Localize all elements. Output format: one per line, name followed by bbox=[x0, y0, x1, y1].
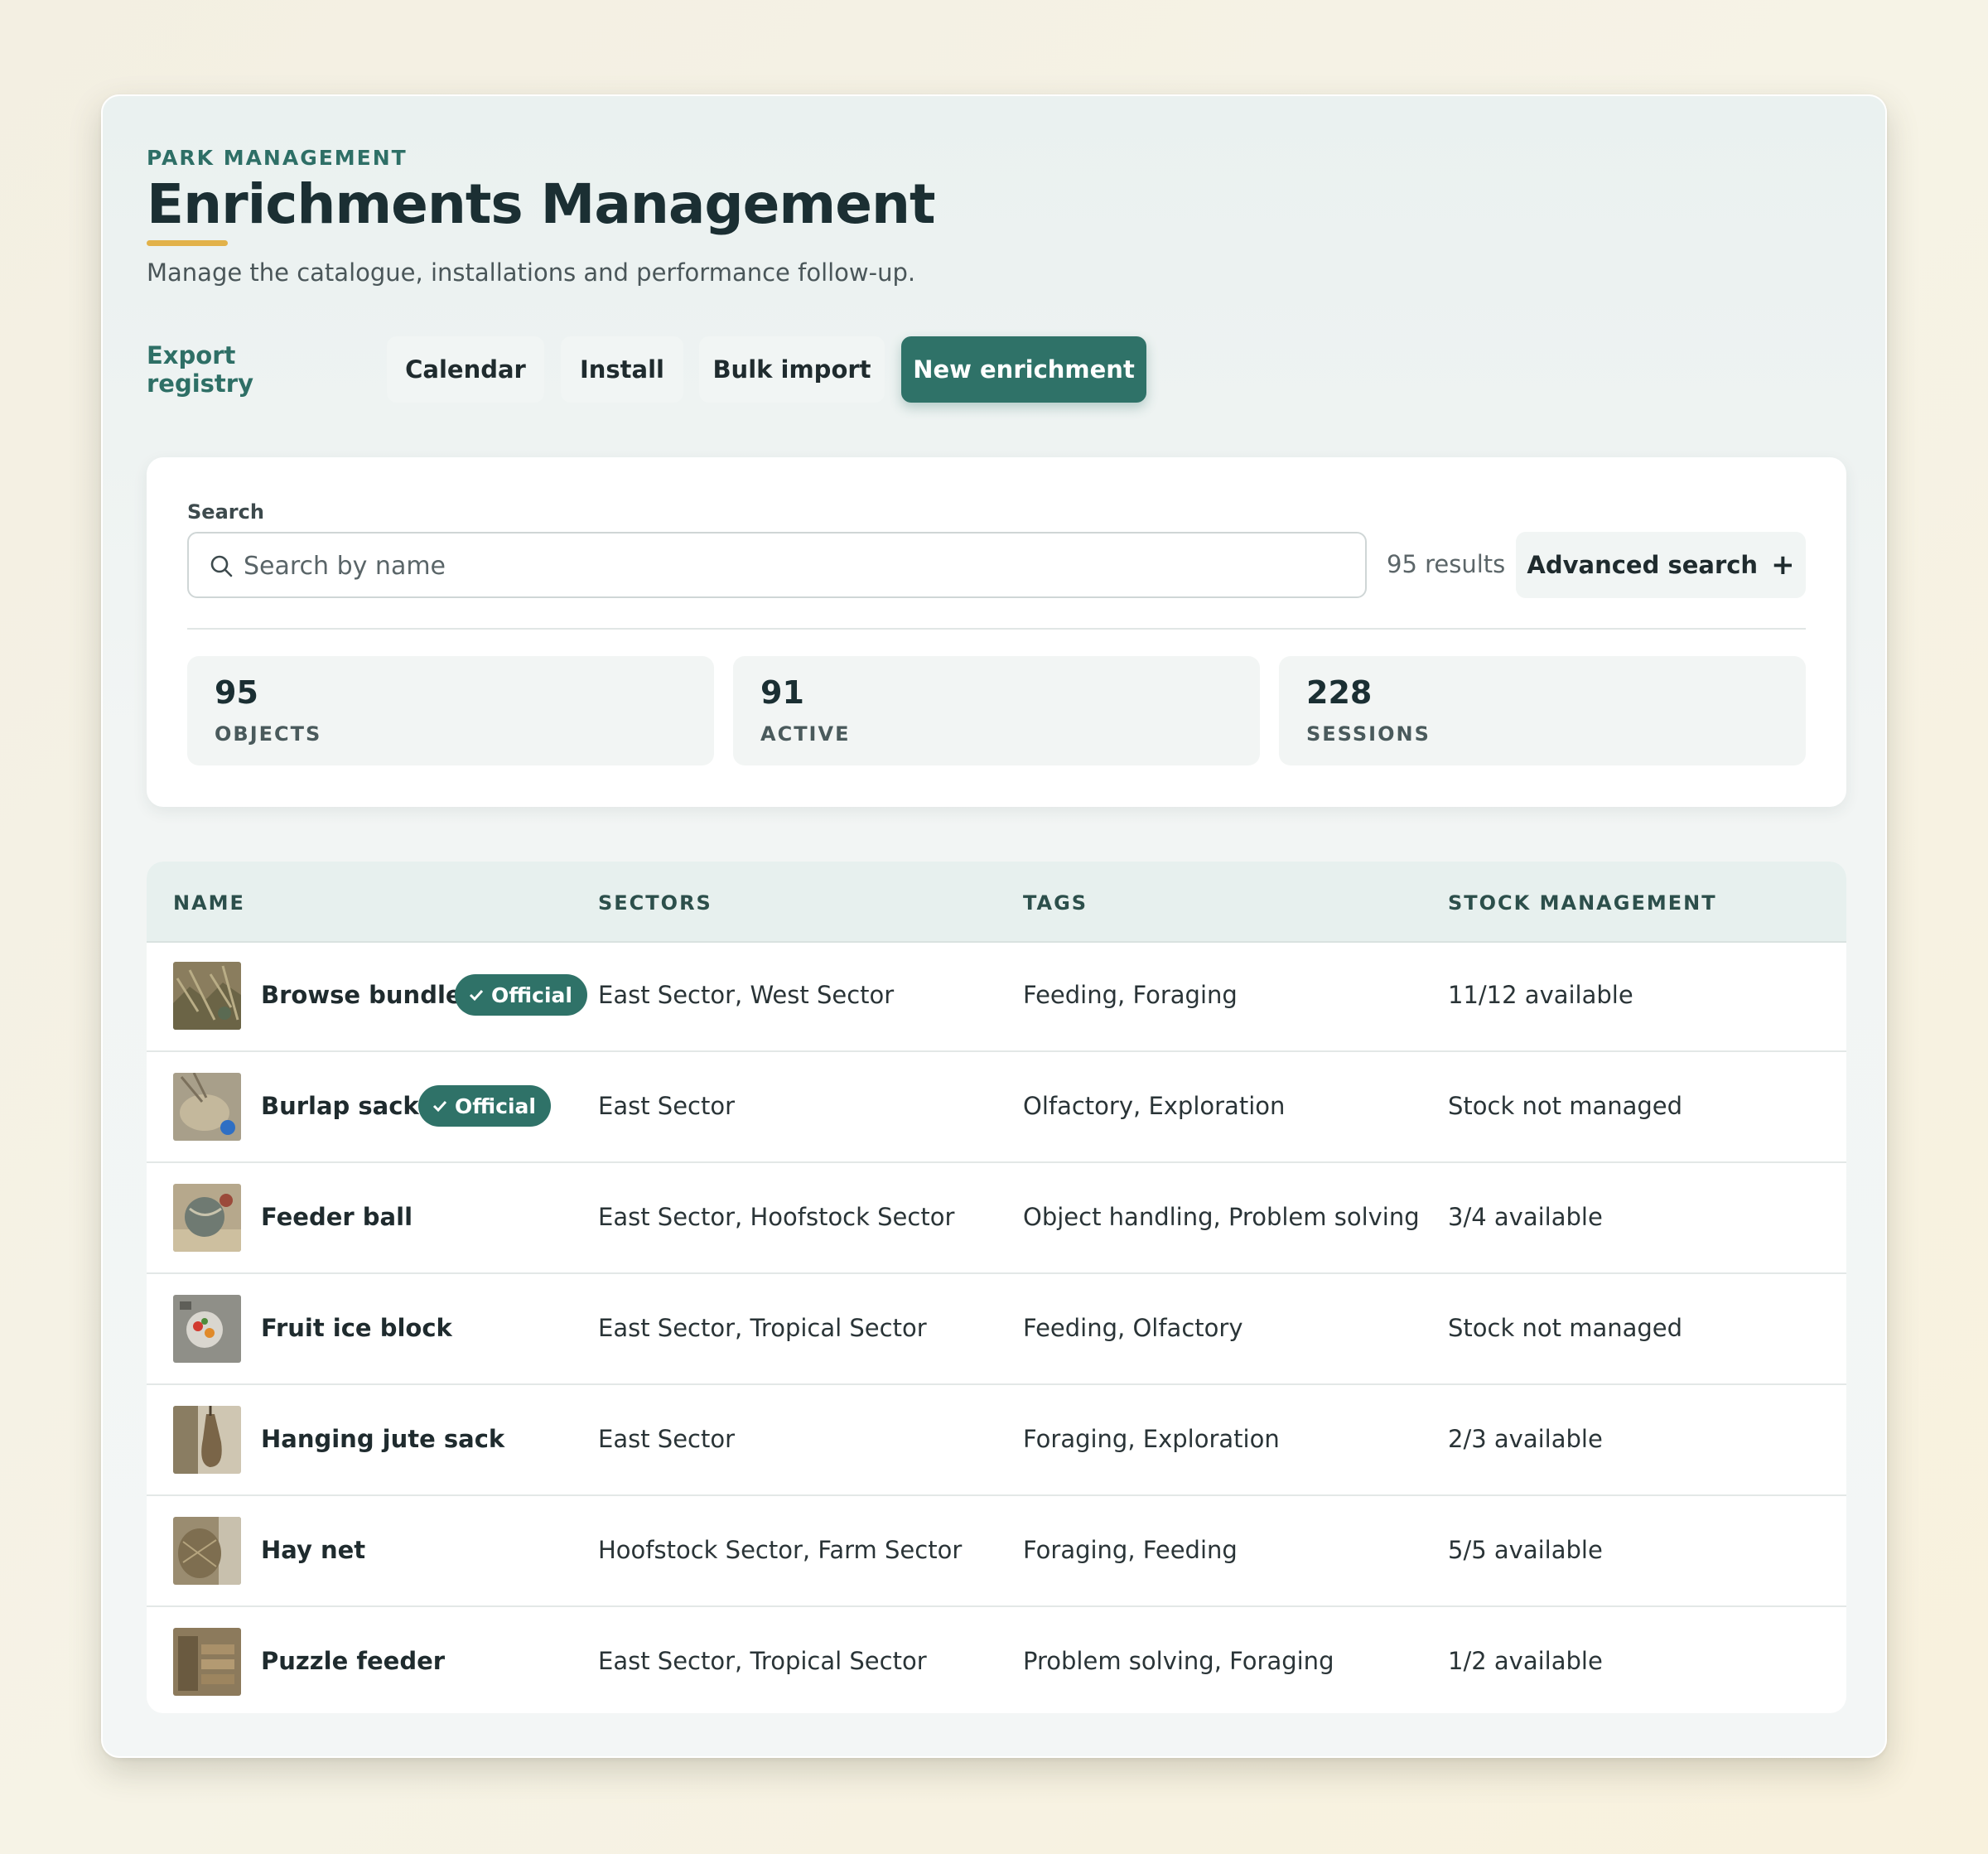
stat-label: OBJECTS bbox=[215, 722, 322, 746]
results-count: 95 results bbox=[1387, 550, 1506, 578]
search-input[interactable] bbox=[242, 535, 1355, 596]
page-subtitle: Manage the catalogue, installations and … bbox=[147, 258, 916, 287]
row-sectors: Hoofstock Sector, Farm Sector bbox=[598, 1536, 963, 1564]
enrichment-thumbnail bbox=[173, 1517, 241, 1585]
stat-value: 228 bbox=[1306, 674, 1373, 711]
row-stock: 1/2 available bbox=[1448, 1647, 1603, 1675]
plus-icon: + bbox=[1771, 548, 1795, 582]
row-sectors: East Sector, Tropical Sector bbox=[598, 1314, 927, 1342]
table-row[interactable]: Fruit ice block East Sector, Tropical Se… bbox=[147, 1274, 1846, 1385]
search-box[interactable] bbox=[187, 532, 1367, 598]
check-icon bbox=[469, 989, 484, 1002]
row-stock: 5/5 available bbox=[1448, 1536, 1603, 1564]
stat-active: 91 ACTIVE bbox=[733, 656, 1260, 765]
row-sectors: East Sector bbox=[598, 1092, 736, 1120]
column-header-stock[interactable]: STOCK MANAGEMENT bbox=[1448, 891, 1717, 915]
row-name[interactable]: Puzzle feeder bbox=[261, 1647, 445, 1675]
check-icon bbox=[432, 1100, 447, 1113]
title-underline bbox=[147, 240, 228, 246]
row-sectors: East Sector bbox=[598, 1425, 736, 1453]
column-header-sectors[interactable]: SECTORS bbox=[598, 891, 712, 915]
export-registry-button[interactable]: Export registry bbox=[147, 336, 296, 403]
advanced-search-button[interactable]: Advanced search + bbox=[1516, 532, 1806, 598]
official-label: Official bbox=[491, 983, 572, 1007]
main-card: PARK MANAGEMENT Enrichments Management M… bbox=[101, 94, 1887, 1758]
table-row[interactable]: Hay net Hoofstock Sector, Farm Sector Fo… bbox=[147, 1496, 1846, 1607]
row-name[interactable]: Fruit ice block bbox=[261, 1314, 452, 1342]
row-sectors: East Sector, Tropical Sector bbox=[598, 1647, 927, 1675]
row-name[interactable]: Feeder ball bbox=[261, 1203, 413, 1231]
search-icon bbox=[210, 555, 233, 577]
row-stock: Stock not managed bbox=[1448, 1314, 1683, 1342]
row-tags: Olfactory, Exploration bbox=[1023, 1092, 1286, 1120]
row-stock: Stock not managed bbox=[1448, 1092, 1683, 1120]
row-stock: 11/12 available bbox=[1448, 981, 1633, 1009]
stat-objects: 95 OBJECTS bbox=[187, 656, 714, 765]
enrichment-thumbnail bbox=[173, 1628, 241, 1696]
enrichment-thumbnail bbox=[173, 1073, 241, 1141]
bulk-import-button[interactable]: Bulk import bbox=[699, 336, 885, 403]
row-sectors: East Sector, West Sector bbox=[598, 981, 895, 1009]
enrichment-thumbnail bbox=[173, 1184, 241, 1252]
row-name[interactable]: Burlap sack bbox=[261, 1092, 419, 1120]
install-button[interactable]: Install bbox=[561, 336, 683, 403]
row-tags: Foraging, Exploration bbox=[1023, 1425, 1280, 1453]
enrichment-thumbnail bbox=[173, 1406, 241, 1474]
new-enrichment-button[interactable]: New enrichment bbox=[901, 336, 1146, 403]
stat-value: 91 bbox=[760, 674, 804, 711]
row-tags: Foraging, Feeding bbox=[1023, 1536, 1238, 1564]
eyebrow: PARK MANAGEMENT bbox=[147, 146, 408, 170]
row-sectors: East Sector, Hoofstock Sector bbox=[598, 1203, 955, 1231]
stat-label: SESSIONS bbox=[1306, 722, 1431, 746]
stat-label: ACTIVE bbox=[760, 722, 851, 746]
page-title: Enrichments Management bbox=[147, 172, 935, 236]
calendar-button[interactable]: Calendar bbox=[387, 336, 544, 403]
official-label: Official bbox=[455, 1094, 536, 1118]
advanced-search-label: Advanced search bbox=[1527, 551, 1759, 579]
row-name[interactable]: Browse bundle bbox=[261, 981, 462, 1009]
official-badge: Official bbox=[455, 974, 587, 1016]
stat-sessions: 228 SESSIONS bbox=[1279, 656, 1806, 765]
panel-divider bbox=[187, 628, 1806, 630]
table-row[interactable]: Puzzle feeder East Sector, Tropical Sect… bbox=[147, 1607, 1846, 1713]
table-row[interactable]: Browse bundle Official East Sector, West… bbox=[147, 941, 1846, 1052]
search-label: Search bbox=[187, 500, 264, 524]
enrichment-thumbnail bbox=[173, 962, 241, 1030]
table-row[interactable]: Hanging jute sack East Sector Foraging, … bbox=[147, 1385, 1846, 1496]
official-badge: Official bbox=[418, 1085, 551, 1127]
row-name[interactable]: Hanging jute sack bbox=[261, 1425, 504, 1453]
table-header: NAME SECTORS TAGS STOCK MANAGEMENT bbox=[147, 862, 1846, 943]
row-tags: Object handling, Problem solving bbox=[1023, 1203, 1420, 1231]
column-header-tags[interactable]: TAGS bbox=[1023, 891, 1088, 915]
table-row[interactable]: Feeder ball East Sector, Hoofstock Secto… bbox=[147, 1163, 1846, 1274]
row-stock: 3/4 available bbox=[1448, 1203, 1603, 1231]
column-header-name[interactable]: NAME bbox=[173, 891, 245, 915]
row-stock: 2/3 available bbox=[1448, 1425, 1603, 1453]
search-panel: Search 95 results Advanced search + 95 O… bbox=[147, 457, 1846, 807]
enrichment-thumbnail bbox=[173, 1295, 241, 1363]
row-tags: Feeding, Olfactory bbox=[1023, 1314, 1243, 1342]
stat-value: 95 bbox=[215, 674, 258, 711]
enrichments-table: NAME SECTORS TAGS STOCK MANAGEMENT Brows… bbox=[147, 862, 1846, 1713]
row-tags: Problem solving, Foraging bbox=[1023, 1647, 1334, 1675]
row-tags: Feeding, Foraging bbox=[1023, 981, 1238, 1009]
row-name[interactable]: Hay net bbox=[261, 1536, 365, 1564]
table-row[interactable]: Burlap sack Official East Sector Olfacto… bbox=[147, 1052, 1846, 1163]
